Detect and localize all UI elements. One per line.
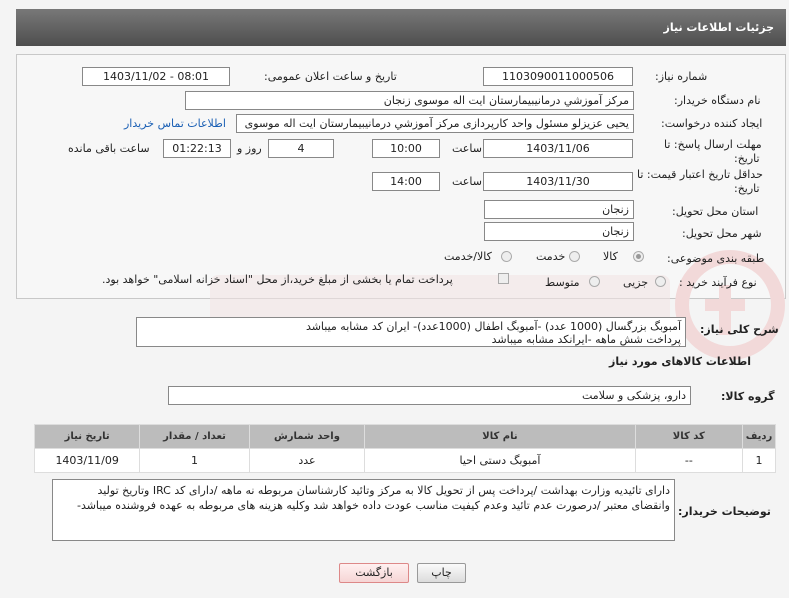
cell-row: 1 bbox=[741, 448, 777, 473]
treasury-payment-checkbox[interactable] bbox=[498, 273, 509, 284]
goods-table: ردیف کد کالا نام کالا واحد شمارش تعداد /… bbox=[33, 424, 777, 473]
cell-code: -- bbox=[634, 448, 743, 473]
deadline-time-label: ساعت bbox=[452, 142, 482, 155]
price-validity-date-label: تاریخ: bbox=[734, 182, 760, 195]
need-number-label: شماره نیاز: bbox=[655, 70, 708, 83]
page-header: جزئیات اطلاعات نیاز bbox=[16, 9, 786, 46]
time-remaining-field: 01:22:13 bbox=[163, 139, 231, 158]
category-service-radio[interactable] bbox=[569, 251, 580, 262]
buyer-notes-textarea: دارای تائیدیه وزارت بهداشت /پرداخت پس از… bbox=[52, 479, 675, 541]
category-label: طبقه بندی موضوعی: bbox=[667, 252, 765, 265]
cell-quantity: 1 bbox=[139, 448, 250, 473]
col-quantity: تعداد / مقدار bbox=[139, 424, 250, 449]
category-service-label: خدمت bbox=[536, 250, 566, 263]
buyer-org-label: نام دستگاه خریدار: bbox=[674, 94, 761, 107]
cell-need-date: 1403/11/09 bbox=[33, 448, 141, 473]
price-validity-date-field: 1403/11/30 bbox=[483, 172, 633, 191]
treasury-payment-note: پرداخت تمام یا بخشی از مبلغ خرید،از محل … bbox=[102, 273, 453, 286]
process-label: نوع فرآیند خرید : bbox=[679, 276, 757, 289]
goods-section-title: اطلاعات کالاهای مورد نیاز bbox=[609, 355, 751, 368]
requester-label: ایجاد کننده درخواست: bbox=[661, 117, 763, 130]
cell-name: آمبوبگ دستی احیا bbox=[364, 448, 636, 473]
back-button[interactable]: بازگشت bbox=[339, 563, 409, 583]
price-validity-time-field: 14:00 bbox=[372, 172, 440, 191]
category-both-label: کالا/خدمت bbox=[444, 250, 492, 263]
summary-line-2: پرداخت شش ماهه -ایرانکد مشابه میباشد bbox=[491, 333, 681, 346]
col-unit: واحد شمارش bbox=[248, 424, 366, 449]
process-medium-label: متوسط bbox=[545, 276, 580, 289]
cell-unit: عدد bbox=[248, 448, 366, 473]
deadline-label: مهلت ارسال پاسخ: تا bbox=[664, 138, 762, 151]
col-row: ردیف bbox=[741, 424, 777, 449]
process-minor-label: جزیی bbox=[623, 276, 649, 289]
days-label: روز و bbox=[237, 142, 262, 155]
days-remaining-field: 4 bbox=[268, 139, 334, 158]
goods-group-field: دارو، پزشکی و سلامت bbox=[168, 386, 691, 405]
price-validity-label: حداقل تاریخ اعتبار قیمت: تا bbox=[637, 168, 763, 181]
price-validity-time-label: ساعت bbox=[452, 175, 482, 188]
city-label: شهر محل تحویل: bbox=[682, 227, 762, 240]
col-code: کد کالا bbox=[634, 424, 743, 449]
remaining-label: ساعت باقی مانده bbox=[68, 142, 150, 155]
col-name: نام کالا bbox=[364, 424, 636, 449]
deadline-time-field: 10:00 bbox=[372, 139, 440, 158]
category-goods-label: کالا bbox=[603, 250, 618, 263]
print-button[interactable]: چاپ bbox=[417, 563, 466, 583]
table-row: 1 -- آمبوبگ دستی احیا عدد 1 1403/11/09 bbox=[33, 448, 777, 473]
summary-line-1: آمبوبگ بزرگسال (1000 عدد) -آمبوبگ اطفال … bbox=[305, 320, 681, 333]
page-title: جزئیات اطلاعات نیاز bbox=[663, 21, 775, 34]
province-field: زنجان bbox=[484, 200, 634, 219]
province-label: استان محل تحویل: bbox=[672, 205, 759, 218]
deadline-date-label: تاریخ: bbox=[734, 152, 760, 165]
buyer-org-field: مرکز آموزشي درمانیبیمارستان ایت اله موسو… bbox=[185, 91, 634, 110]
col-need-date: تاریخ نیاز bbox=[33, 424, 141, 449]
table-header-row: ردیف کد کالا نام کالا واحد شمارش تعداد /… bbox=[33, 424, 777, 449]
category-goods-radio[interactable] bbox=[633, 251, 644, 262]
contact-info-link[interactable]: اطلاعات تماس خریدار bbox=[124, 117, 226, 130]
city-field: زنجان bbox=[484, 222, 634, 241]
requester-field: یحیی عزیزلو مسئول واحد کارپردازی مرکز آم… bbox=[236, 114, 634, 133]
category-both-radio[interactable] bbox=[501, 251, 512, 262]
goods-group-label: گروه کالا: bbox=[721, 390, 775, 403]
process-medium-radio[interactable] bbox=[589, 276, 600, 287]
process-minor-radio[interactable] bbox=[655, 276, 666, 287]
summary-textarea: آمبوبگ بزرگسال (1000 عدد) -آمبوبگ اطفال … bbox=[136, 317, 686, 347]
buyer-notes-label: توضیحات خریدار: bbox=[678, 505, 771, 518]
deadline-date-field: 1403/11/06 bbox=[483, 139, 633, 158]
announce-label: تاریخ و ساعت اعلان عمومی: bbox=[264, 70, 397, 83]
summary-label: شرح کلی نیاز: bbox=[700, 323, 779, 336]
announce-field: 1403/11/02 - 08:01 bbox=[82, 67, 230, 86]
need-number-field: 1103090011000506 bbox=[483, 67, 633, 86]
